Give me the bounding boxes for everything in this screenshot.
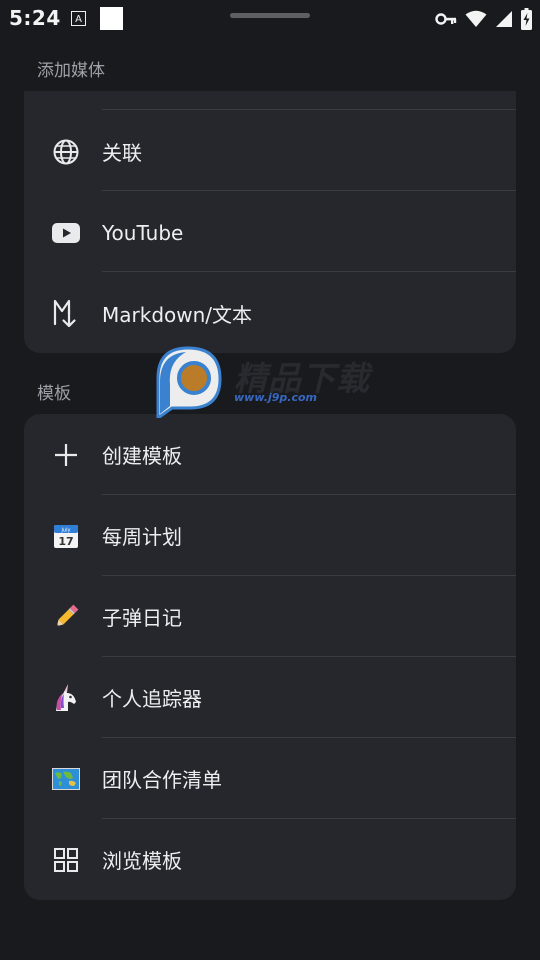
template-item-label: 个人追踪器	[102, 687, 202, 711]
template-item-label: 创建模板	[102, 444, 182, 468]
media-item-youtube[interactable]: YouTube	[24, 192, 516, 273]
template-item-bullet-journal[interactable]: 子弹日记	[24, 576, 516, 657]
divider	[102, 271, 516, 272]
templates-card: 创建模板 July 17 每周计划 子弹日记 个人追踪器 团队合作清单 浏览模板	[24, 414, 516, 900]
pencil-icon	[50, 601, 82, 633]
media-item-link[interactable]: 关联	[24, 111, 516, 192]
status-icons	[435, 8, 532, 30]
svg-text:July: July	[61, 527, 71, 533]
divider	[102, 109, 516, 110]
unicorn-icon	[50, 682, 82, 714]
watermark: 精品下载 www.j9p.com	[152, 344, 392, 418]
plus-icon	[50, 439, 82, 471]
grid-icon	[50, 844, 82, 876]
template-item-label: 浏览模板	[102, 849, 182, 873]
template-item-label: 每周计划	[102, 525, 182, 549]
template-item-personal-tracker[interactable]: 个人追踪器	[24, 657, 516, 738]
section-label-add-media: 添加媒体	[37, 61, 105, 81]
wifi-icon	[465, 10, 487, 27]
divider	[102, 190, 516, 191]
world-map-icon	[50, 763, 82, 795]
drag-handle[interactable]	[230, 13, 310, 18]
add-media-card: 关联 YouTube Markdown/文本	[24, 91, 516, 353]
signal-icon	[496, 11, 512, 27]
calendar-icon: July 17	[50, 520, 82, 552]
svg-text:17: 17	[58, 535, 73, 548]
watermark-url: www.j9p.com	[234, 391, 317, 404]
status-bar: 5:24 A	[0, 0, 540, 40]
vpn-key-icon	[435, 13, 457, 25]
media-item-label: YouTube	[102, 220, 184, 245]
notification-a-icon: A	[71, 11, 86, 26]
watermark-logo-icon	[156, 346, 222, 418]
template-item-team-checklist[interactable]: 团队合作清单	[24, 738, 516, 819]
template-item-browse[interactable]: 浏览模板	[24, 819, 516, 900]
status-time: 5:24	[9, 6, 61, 30]
template-item-label: 团队合作清单	[102, 768, 222, 792]
template-item-create[interactable]: 创建模板	[24, 414, 516, 495]
battery-charging-icon	[521, 8, 532, 30]
media-item-markdown[interactable]: Markdown/文本	[24, 273, 516, 353]
section-label-templates: 模板	[37, 384, 71, 404]
template-item-weekly-plan[interactable]: July 17 每周计划	[24, 495, 516, 576]
notification-square-icon	[100, 7, 123, 30]
media-item-label: Markdown/文本	[102, 303, 253, 327]
globe-icon	[50, 136, 82, 168]
markdown-icon	[50, 298, 82, 330]
youtube-icon	[50, 217, 82, 249]
media-item-label: 关联	[102, 141, 142, 165]
template-item-label: 子弹日记	[102, 606, 182, 630]
